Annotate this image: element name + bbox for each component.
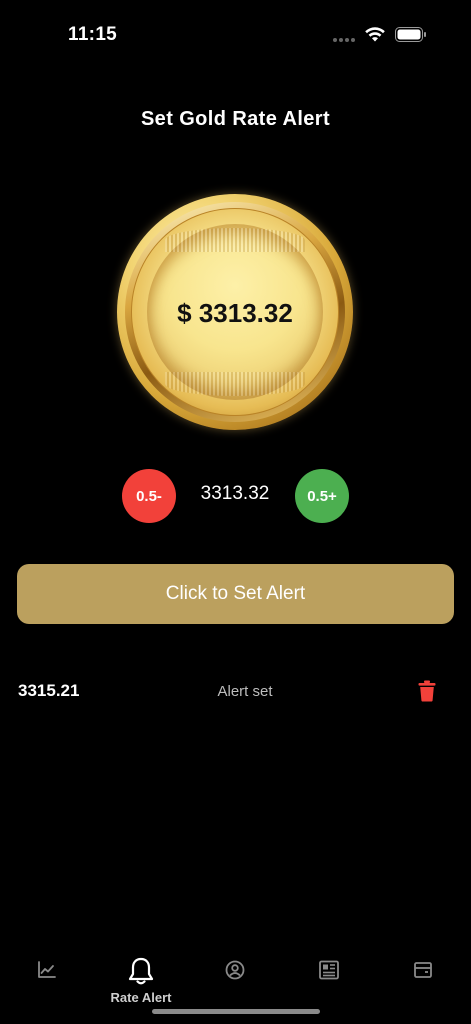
nav-item-rate-alert[interactable]: Rate Alert bbox=[94, 950, 188, 1010]
bell-icon bbox=[128, 957, 154, 985]
nav-label-rate-alert: Rate Alert bbox=[110, 990, 172, 1005]
alert-status: Alert set bbox=[217, 683, 273, 700]
nav-item-wallet[interactable] bbox=[376, 950, 470, 1010]
newspaper-icon bbox=[319, 960, 339, 980]
coin-price: $ 3313.32 bbox=[177, 298, 293, 328]
status-bar: 11:15 bbox=[0, 0, 471, 60]
user-circle-icon bbox=[225, 960, 245, 980]
set-alert-button[interactable]: Click to Set Alert bbox=[17, 564, 454, 624]
chart-icon bbox=[38, 961, 56, 978]
home-indicator bbox=[152, 1009, 320, 1014]
page-title: Set Gold Rate Alert bbox=[140, 108, 331, 130]
battery-icon bbox=[395, 27, 426, 42]
wallet-icon bbox=[414, 962, 432, 978]
alert-list-item: 3315.21 Alert set bbox=[0, 676, 471, 706]
nav-item-news[interactable] bbox=[282, 950, 376, 1010]
cellular-signal-icon bbox=[333, 38, 355, 42]
nav-item-chart[interactable] bbox=[0, 950, 94, 1010]
gold-coin: $ 3313.32 bbox=[117, 194, 353, 430]
decrease-button[interactable]: 0.5- bbox=[122, 469, 176, 523]
nav-item-profile[interactable] bbox=[188, 950, 282, 1010]
status-time: 11:15 bbox=[68, 24, 118, 45]
target-rate-value: 3313.32 bbox=[200, 483, 270, 504]
alert-rate-value: 3315.21 bbox=[18, 681, 80, 700]
wifi-icon bbox=[365, 27, 385, 42]
increase-button[interactable]: 0.5+ bbox=[295, 469, 349, 523]
trash-icon[interactable] bbox=[418, 680, 436, 702]
